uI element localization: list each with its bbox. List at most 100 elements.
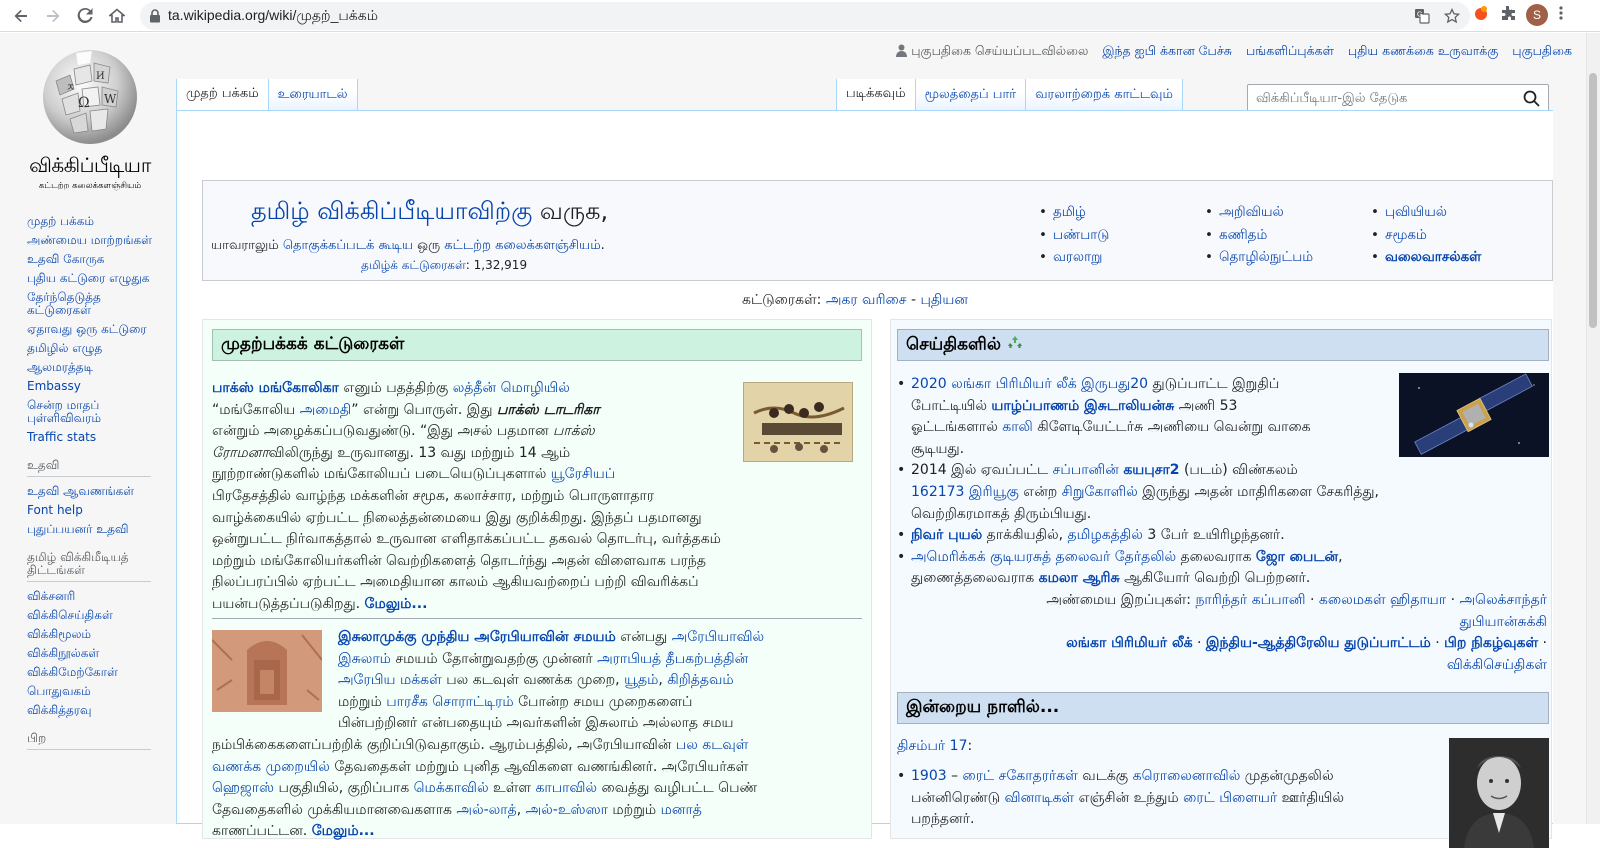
sidebar-project-item-3[interactable]: விக்கிநூல்கள் <box>27 647 167 660</box>
text-link[interactable]: இசுலாம் <box>338 651 391 667</box>
reload-icon[interactable] <box>70 1 100 31</box>
profile-avatar[interactable]: S <box>1526 4 1548 26</box>
text-link[interactable]: லத்தீன் மொழியில் <box>453 380 570 396</box>
text-link[interactable]: வினாடிகள் <box>1005 790 1075 806</box>
text-link[interactable]: அராபியத் தீபகற்பத்தின் <box>597 651 748 667</box>
portal-link[interactable]: வரலாறு <box>1053 249 1102 265</box>
sidebar-item-8[interactable]: Embassy <box>27 380 167 393</box>
text-link[interactable]: அரேபிய மக்கள் <box>338 672 442 688</box>
text-link[interactable]: நிவர் புயல் <box>911 527 982 543</box>
sidebar-item-7[interactable]: ஆலமரத்தடி <box>27 361 167 374</box>
text-link[interactable]: ரைட் சகோதரர்கள் <box>963 768 1078 784</box>
tab-main-page[interactable]: முதற் பக்கம் <box>176 79 268 111</box>
death-link[interactable]: துபியான்சுக்கி <box>1460 614 1547 630</box>
text-link[interactable]: 1903 <box>911 768 947 784</box>
alpha-listing-link[interactable]: அகர வரிசை <box>826 292 907 308</box>
back-icon[interactable] <box>6 1 36 31</box>
text-link[interactable]: பாரசீக சொராட்டிரம் <box>386 694 513 710</box>
text-link[interactable]: கயபுசா2 <box>1123 462 1179 478</box>
sidebar-help-item-0[interactable]: உதவி ஆவணங்கள் <box>27 485 167 498</box>
portal-link[interactable]: புவியியல் <box>1385 204 1447 220</box>
death-link[interactable]: கலைமகள் <box>1319 592 1390 608</box>
text-link[interactable]: கரொலைனாவில் <box>1133 768 1241 784</box>
tab-history[interactable]: வரலாற்றைக் காட்டவும் <box>1025 79 1183 111</box>
tab-talk[interactable]: உரையாடல் <box>267 79 358 111</box>
encyclopedia-link[interactable]: கலைக்களஞ்சியம் <box>495 238 601 253</box>
home-icon[interactable] <box>102 1 132 31</box>
sidebar-item-4[interactable]: தேர்ந்தெடுத்த கட்டுரைகள் <box>27 291 167 317</box>
text-link[interactable]: யூதம் <box>624 672 658 688</box>
text-link[interactable]: தமிழகத்தில் <box>1068 527 1143 543</box>
sidebar-project-item-1[interactable]: விக்கிசெய்திகள் <box>27 609 167 622</box>
text-link[interactable]: அமெரிக்கக் குடியரசுத் தலைவர் தேர்தலில் <box>911 549 1176 565</box>
search-input[interactable] <box>1248 86 1508 110</box>
text-link[interactable]: கமலா ஆரிசு <box>1039 570 1120 586</box>
browser-menu-icon[interactable] <box>1558 5 1564 25</box>
text-link[interactable]: காலி <box>1002 419 1033 435</box>
sidebar-item-1[interactable]: அண்மைய மாற்றங்கள் <box>27 234 167 247</box>
text-link[interactable]: பாக்ஸ் மங்கோலிகா <box>212 380 339 396</box>
sidebar-item-0[interactable]: முதற் பக்கம் <box>27 215 167 228</box>
sidebar-item-9[interactable]: சென்ற மாதப் புள்ளிவிவரம் <box>27 399 167 425</box>
death-link[interactable]: அலெக்சாந்தர் <box>1459 592 1547 608</box>
text-link[interactable]: காபாவில் <box>535 780 597 796</box>
on-this-day-image[interactable] <box>1449 738 1549 848</box>
text-link[interactable]: ஹெஜாஸ் <box>212 780 274 796</box>
text-link[interactable]: பல கடவுள் <box>676 737 749 753</box>
text-link[interactable]: அல்-உஸ்ஸா <box>526 802 608 818</box>
portal-link[interactable]: தொழில்நுட்பம் <box>1219 249 1313 265</box>
text-link[interactable]: மேலும்... <box>312 823 375 839</box>
translate-icon[interactable]: G <box>1414 8 1430 27</box>
portal-link[interactable]: பண்பாடு <box>1053 227 1109 243</box>
text-link[interactable]: 162173 இரியூகு <box>911 484 1019 500</box>
sidebar-item-2[interactable]: உதவி கோருக <box>27 253 167 266</box>
text-link[interactable]: சிறுகோளில் <box>1062 484 1138 500</box>
tab-read[interactable]: படிக்கவும் <box>836 79 915 111</box>
death-link[interactable]: ஹிதாயா <box>1390 592 1446 608</box>
sidebar-help-item-2[interactable]: புதுப்பயனர் உதவி <box>27 523 167 536</box>
text-link[interactable]: அரேபியாவில் <box>672 629 764 645</box>
date-link[interactable]: திசம்பர் 17 <box>897 738 968 754</box>
text-link[interactable]: சப்பானின் <box>1053 462 1119 478</box>
text-link[interactable]: மெக்காவில் <box>414 780 489 796</box>
ip-talk-link[interactable]: இந்த ஐபி க்கான பேச்சு <box>1102 43 1232 60</box>
text-link[interactable]: யூரேசியப் <box>551 466 615 482</box>
portal-link[interactable]: வலைவாசல்கள் <box>1385 249 1481 265</box>
text-link[interactable]: அமைதி <box>300 402 352 418</box>
welcome-title-link[interactable]: தமிழ் விக்கிப்பீடியாவிற்கு <box>251 197 532 225</box>
news-footer-link[interactable]: பிற நிகழ்வுகள் <box>1444 635 1538 651</box>
portal-link[interactable]: அறிவியல் <box>1219 204 1284 220</box>
sidebar-help-item-1[interactable]: Font help <box>27 504 167 517</box>
editable-link[interactable]: தொகுக்கப்படக் கூடிய <box>283 238 413 253</box>
search-icon[interactable] <box>1523 90 1540 111</box>
news-footer-link[interactable]: இந்திய-ஆத்திரேலிய துடுப்பாட்டம் <box>1206 635 1431 651</box>
sidebar-item-6[interactable]: தமிழில் எழுத <box>27 342 167 355</box>
sidebar-project-item-5[interactable]: பொதுவகம் <box>27 685 167 698</box>
scrollbar-thumb[interactable] <box>1589 73 1597 328</box>
contributions-link[interactable]: பங்களிப்புக்கள் <box>1246 43 1334 60</box>
news-footer-link[interactable]: லங்கா பிரிமியர் லீக் <box>1066 635 1192 651</box>
portal-link[interactable]: கணிதம் <box>1219 227 1267 243</box>
bookmark-star-icon[interactable] <box>1443 7 1461 27</box>
portal-link[interactable]: தமிழ் <box>1053 204 1086 220</box>
extension-icon[interactable] <box>1472 4 1490 26</box>
create-account-link[interactable]: புதிய கணக்கை உருவாக்கு <box>1348 43 1498 60</box>
text-link[interactable]: இருபது20 <box>1081 376 1148 392</box>
free-link[interactable]: கட்டற்ற <box>444 238 491 253</box>
login-link[interactable]: புகுபதிகை <box>1512 43 1572 60</box>
text-link[interactable]: இசுலாமுக்கு முந்திய அரேபியாவின் சமயம் <box>338 629 616 645</box>
sidebar-project-item-2[interactable]: விக்கிமூலம் <box>27 628 167 641</box>
sidebar-item-3[interactable]: புதிய கட்டுரை எழுதுக <box>27 272 167 285</box>
scrollbar[interactable] <box>1586 33 1600 824</box>
text-link[interactable]: வணக்க முறையில் <box>212 759 330 775</box>
text-link[interactable]: மேலும்... <box>365 596 428 612</box>
wikipedia-logo[interactable]: Ω W И ㅈ விக்கிப்பீடியா கட்டற்ற கலைக்களஞ்… <box>20 47 160 192</box>
portal-link[interactable]: சமூகம் <box>1385 227 1427 243</box>
wikinews-link[interactable]: விக்கிசெய்திகள் <box>1447 657 1547 673</box>
extensions-puzzle-icon[interactable] <box>1500 5 1516 25</box>
text-link[interactable]: மனாத் <box>661 802 702 818</box>
text-link[interactable]: ஜோ பைடன் <box>1256 549 1338 565</box>
text-link[interactable]: 2020 லங்கா பிரிமியர் லீக் <box>911 376 1077 392</box>
text-link[interactable]: ரைட் பிளையர் <box>1183 790 1277 806</box>
death-link[interactable]: நாரிந்தர் கப்பானி <box>1195 592 1305 608</box>
